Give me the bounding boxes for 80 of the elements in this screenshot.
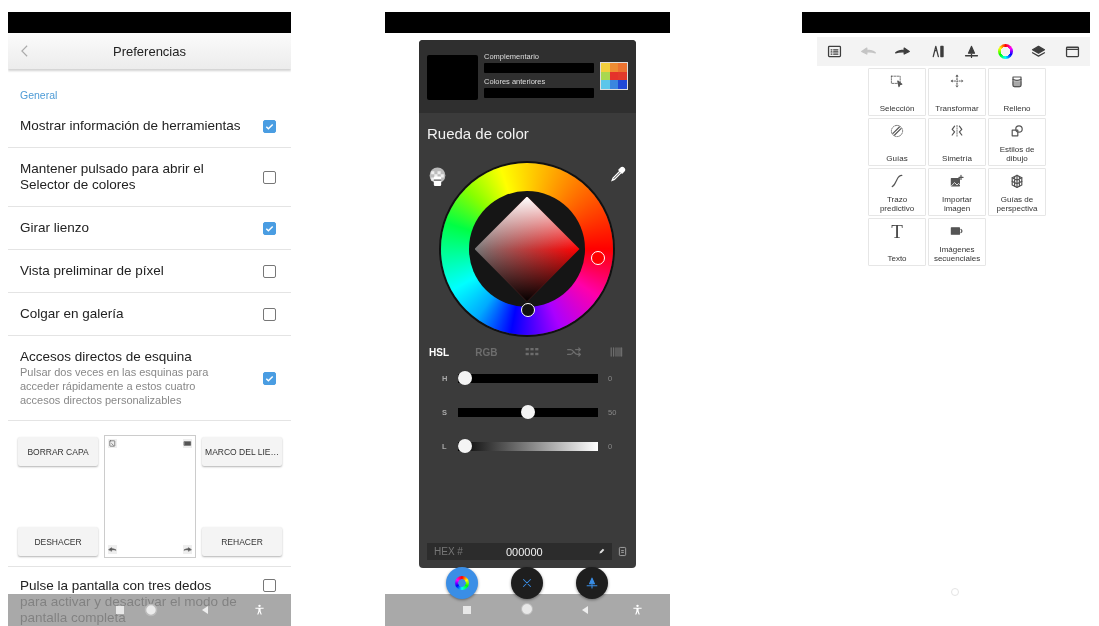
shapes-icon — [1009, 123, 1025, 139]
transparent-color-icon[interactable] — [427, 167, 448, 188]
close-icon — [520, 576, 534, 590]
shortcut-button[interactable]: BORRAR CAPA — [18, 437, 98, 466]
layers-icon — [1029, 43, 1047, 60]
dock-button[interactable] — [446, 567, 478, 599]
tool-tile[interactable]: T Texto — [868, 218, 926, 266]
hex-input-field[interactable]: HEX # 000000 — [427, 543, 612, 560]
option-label: Mantener pulsado para abrir el Selector de colores — [20, 161, 205, 193]
toolbar-button[interactable] — [825, 43, 843, 60]
previous-colors-strip[interactable] — [484, 88, 594, 98]
eyedropper-icon[interactable] — [609, 165, 627, 183]
color-wheel-icon — [997, 44, 1013, 59]
clipboard-icon[interactable] — [618, 546, 627, 557]
tool-tile[interactable]: Estilos de dibujo — [988, 118, 1046, 166]
ruler-guide-icon — [889, 123, 905, 139]
text-tool-icon: T — [891, 223, 903, 241]
palette-button[interactable] — [600, 62, 628, 90]
fill-drop-icon — [963, 43, 981, 60]
current-color-swatch — [427, 55, 478, 100]
slider-track[interactable] — [458, 439, 598, 453]
tool-tile[interactable]: Trazo predictivo — [868, 168, 926, 216]
color-wheel-icon — [455, 576, 469, 590]
checkbox[interactable] — [263, 307, 276, 321]
slider-thumb[interactable] — [458, 371, 472, 385]
screen-title: Preferencias — [113, 43, 186, 59]
pen-icon[interactable] — [598, 548, 605, 555]
undo-arrow-icon — [108, 545, 117, 554]
option-label: Vista preliminar de píxel — [20, 263, 164, 279]
perspective-grid-icon — [1009, 173, 1025, 189]
redo-arrow-icon — [183, 545, 192, 554]
slider-track[interactable] — [458, 371, 598, 385]
dock-button[interactable] — [576, 567, 608, 599]
slider-track[interactable] — [458, 405, 598, 419]
mode-tab[interactable]: HSL — [429, 346, 449, 358]
option-description: Pulsar dos veces en las esquinas para acceder rápidamente a estos cuatro accesos directos personalizables — [20, 365, 210, 407]
frame-icon — [183, 439, 192, 448]
tool-tile[interactable]: Transformar — [928, 68, 986, 116]
option-label: Colgar en galería — [20, 306, 124, 322]
slider-thumb[interactable] — [458, 439, 472, 453]
hue-handle[interactable] — [591, 251, 605, 265]
tool-tile[interactable]: Guías — [868, 118, 926, 166]
toolbar-button[interactable] — [1029, 43, 1047, 60]
stroke-curve-icon — [889, 173, 905, 189]
shortcut-button[interactable]: MARCO DEL LIE… — [202, 437, 282, 466]
shortcut-button[interactable]: REHACER — [202, 527, 282, 556]
tool-tile[interactable]: Imágenes secuenciales — [928, 218, 986, 266]
color-handle[interactable] — [521, 303, 535, 317]
checkbox[interactable] — [263, 371, 276, 385]
tool-tile[interactable]: Guías de perspectiva — [988, 168, 1046, 216]
toolbar-button[interactable] — [997, 44, 1013, 59]
tool-tile[interactable]: Simetría — [928, 118, 986, 166]
section-heading: General — [20, 89, 59, 101]
shortcut-button[interactable]: DESHACER — [18, 527, 98, 556]
toolbar-button[interactable] — [963, 43, 981, 60]
complementary-color-strip[interactable] — [484, 63, 594, 73]
move-arrows-icon — [949, 73, 965, 89]
selection-icon — [889, 73, 905, 89]
fill-drop-icon — [585, 576, 599, 590]
list-icon — [825, 43, 843, 60]
checkbox[interactable] — [263, 170, 276, 184]
checkbox[interactable] — [263, 264, 276, 278]
option-label: Girar lienzo — [20, 220, 90, 236]
slider-thumb[interactable] — [521, 405, 535, 419]
tool-tile[interactable]: Relleno — [988, 68, 1046, 116]
tool-tile[interactable]: Selección — [868, 68, 926, 116]
checkbox[interactable] — [263, 119, 276, 133]
symmetry-icon — [949, 123, 965, 139]
layer-clear-icon — [108, 439, 117, 448]
dock-button[interactable] — [511, 567, 543, 599]
option-label: Accesos directos de esquina — [20, 349, 193, 365]
bars-icon — [608, 344, 624, 360]
checkbox[interactable] — [263, 579, 276, 592]
image-plus-icon — [949, 173, 965, 189]
fill-bucket-icon — [1009, 73, 1025, 89]
panel-title: Rueda de color — [427, 125, 530, 143]
option-label: Mostrar información de herramientas — [20, 118, 241, 134]
shuffle-icon — [565, 344, 582, 360]
tool-tile[interactable]: Importar imagen — [928, 168, 986, 216]
checkbox[interactable] — [263, 221, 276, 235]
